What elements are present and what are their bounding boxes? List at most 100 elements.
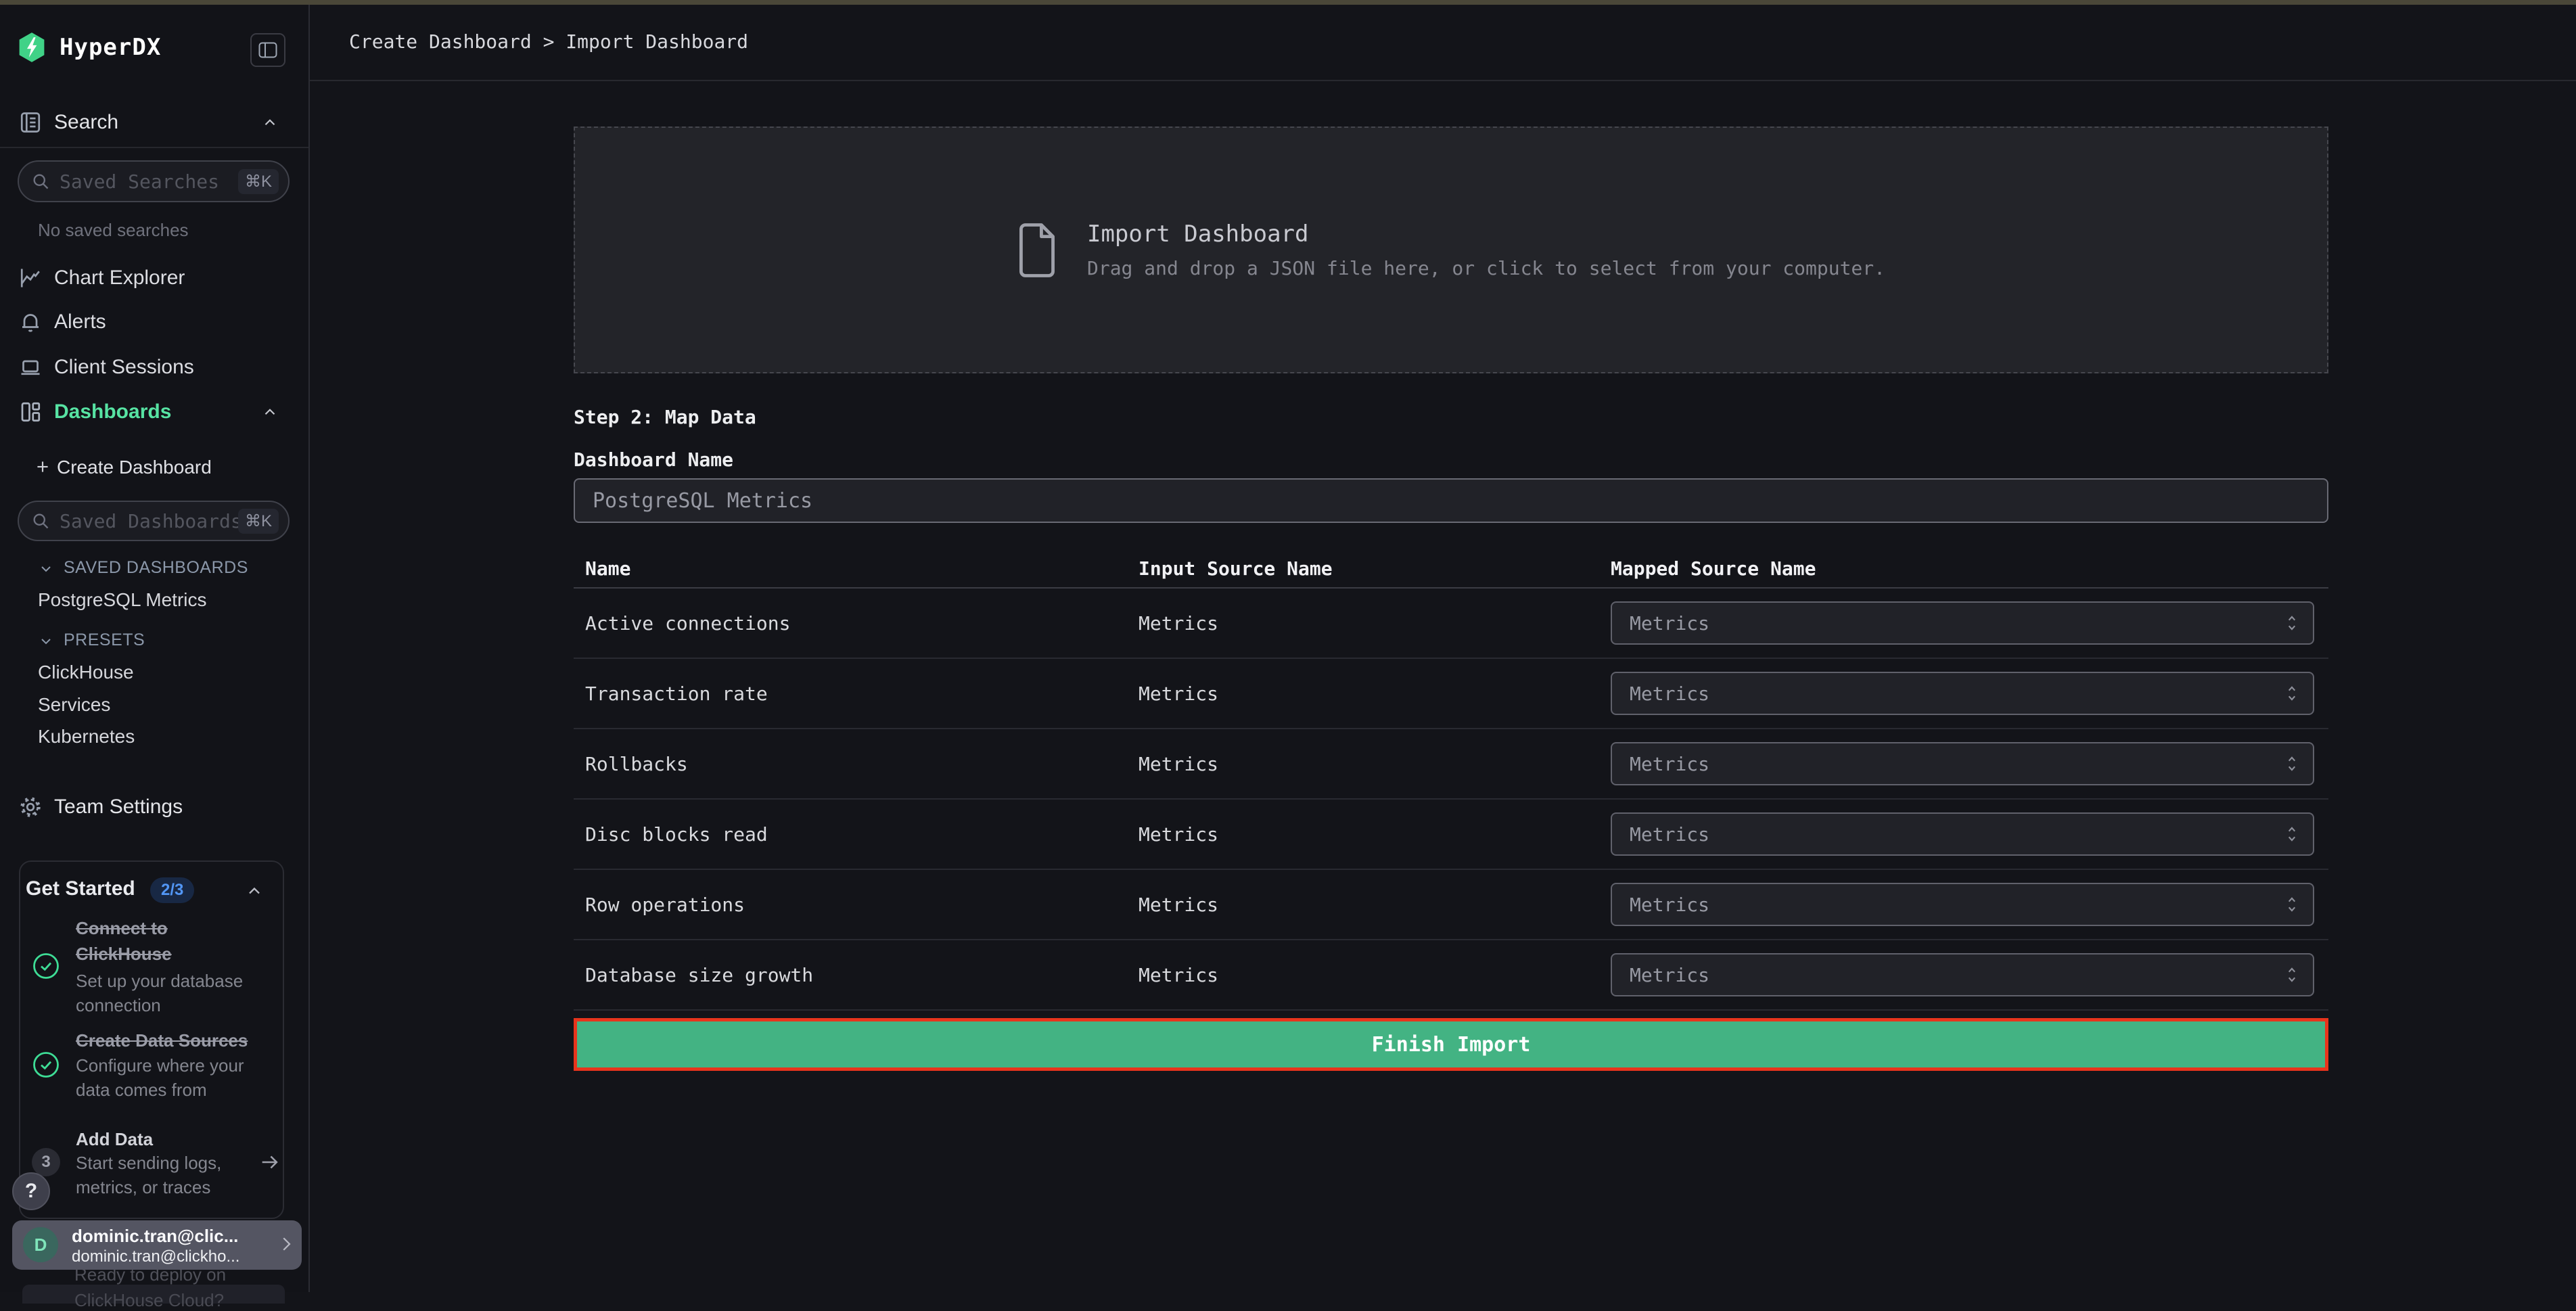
get-started-item-title[interactable]: Create Data Sources [76, 1028, 265, 1053]
sidebar-item-label: Chart Explorer [54, 267, 185, 290]
sidebar-collapse-button[interactable] [250, 33, 285, 67]
cell-name: Row operations [585, 894, 1138, 916]
chevron-up-icon[interactable] [245, 881, 264, 900]
cell-input-source: Metrics [1138, 964, 1611, 986]
app-logo[interactable]: HyperDX [18, 32, 161, 63]
preset-item-clickhouse[interactable]: ClickHouse [38, 662, 134, 683]
dashboard-name-label: Dashboard Name [574, 448, 733, 471]
mapped-source-select[interactable]: Metrics [1611, 883, 2314, 926]
get-started-item-title[interactable]: Connect to ClickHouse [76, 915, 265, 967]
profile-bar[interactable]: D dominic.tran@clic... dominic.tran@clic… [12, 1220, 302, 1270]
group-label: SAVED DASHBOARDS [64, 558, 248, 578]
arrow-right-icon[interactable] [258, 1151, 281, 1174]
cell-name: Rollbacks [585, 753, 1138, 775]
col-header-input-source: Input Source Name [1138, 557, 1611, 580]
sidebar-item-label: Client Sessions [54, 356, 194, 379]
mapped-source-select[interactable]: Metrics [1611, 601, 2314, 645]
finish-import-button[interactable]: Finish Import [574, 1018, 2328, 1071]
search-icon [31, 172, 50, 191]
mapped-source-select[interactable]: Metrics [1611, 812, 2314, 856]
check-circle-icon [32, 952, 60, 980]
dropzone-title: Import Dashboard [1087, 221, 1885, 248]
sidebar-item-dashboards[interactable]: Dashboards [0, 398, 308, 429]
table-row: Active connections Metrics Metrics [574, 589, 2328, 659]
saved-searches-placeholder: Saved Searches [60, 170, 238, 193]
check-circle-icon [32, 1051, 60, 1079]
select-chevrons-icon [2283, 754, 2301, 774]
import-dropzone[interactable]: Import Dashboard Drag and drop a JSON fi… [574, 127, 2328, 373]
cell-input-source: Metrics [1138, 612, 1611, 635]
search-icon [31, 511, 50, 530]
mapped-source-select[interactable]: Metrics [1611, 742, 2314, 785]
create-dashboard-label: Create Dashboard [57, 457, 212, 478]
mapped-source-select[interactable]: Metrics [1611, 953, 2314, 996]
table-row: Rollbacks Metrics Metrics [574, 729, 2328, 800]
sidebar-item-team-settings[interactable]: Team Settings [0, 792, 308, 822]
chevron-up-icon [261, 114, 279, 131]
get-started-item-title[interactable]: Add Data [76, 1126, 265, 1152]
selected-value: Metrics [1630, 823, 2283, 846]
cell-input-source: Metrics [1138, 823, 1611, 846]
chevron-up-icon [261, 403, 279, 421]
log-search-icon [18, 110, 43, 135]
laptop-icon [18, 355, 43, 380]
group-saved-dashboards[interactable]: SAVED DASHBOARDS [0, 557, 308, 581]
team-settings-label: Team Settings [54, 796, 183, 819]
get-started-item-desc: Set up your database connection [76, 969, 253, 1017]
selected-value: Metrics [1630, 964, 2283, 986]
cell-input-source: Metrics [1138, 753, 1611, 775]
dropzone-subtitle: Drag and drop a JSON file here, or click… [1087, 257, 1885, 279]
preset-item-kubernetes[interactable]: Kubernetes [38, 726, 135, 748]
sidebar-item-chart-explorer[interactable]: Chart Explorer [0, 264, 308, 295]
sidebar-section-search[interactable]: Search [0, 108, 308, 137]
sidebar-item-label: Dashboards [54, 400, 171, 423]
preset-item-services[interactable]: Services [38, 694, 110, 716]
plus-icon [34, 458, 51, 476]
saved-dashboards-input[interactable]: Saved Dashboards ⌘K [18, 501, 290, 541]
step-number-badge: 3 [32, 1148, 60, 1176]
table-row: Transaction rate Metrics Metrics [574, 659, 2328, 729]
shortcut-badge: ⌘K [238, 509, 279, 534]
logo-text: HyperDX [60, 34, 161, 61]
table-row: Row operations Metrics Metrics [574, 870, 2328, 940]
window-top-strip [0, 0, 2576, 5]
cell-input-source: Metrics [1138, 683, 1611, 705]
table-row: Disc blocks read Metrics Metrics [574, 800, 2328, 870]
sidebar: HyperDX Search [0, 5, 310, 1292]
cell-input-source: Metrics [1138, 894, 1611, 916]
get-started-progress-badge: 2/3 [150, 877, 194, 903]
saved-searches-input[interactable]: Saved Searches ⌘K [18, 160, 290, 202]
help-button[interactable]: ? [12, 1172, 50, 1210]
col-header-mapped-source: Mapped Source Name [1611, 557, 2328, 580]
create-dashboard-button[interactable]: Create Dashboard [0, 455, 308, 482]
selected-value: Metrics [1630, 612, 2283, 635]
sidebar-item-client-sessions[interactable]: Client Sessions [0, 353, 308, 384]
select-chevrons-icon [2283, 965, 2301, 985]
mapped-source-select[interactable]: Metrics [1611, 672, 2314, 715]
dashboard-grid-icon [18, 400, 43, 424]
no-saved-searches-note: No saved searches [38, 220, 189, 241]
selected-value: Metrics [1630, 894, 2283, 916]
col-header-name: Name [585, 557, 1138, 580]
sidebar-item-label: Alerts [54, 310, 106, 334]
dashboard-name-input[interactable]: PostgreSQL Metrics [574, 478, 2328, 523]
selected-value: Metrics [1630, 753, 2283, 775]
profile-name: dominic.tran@clic... [72, 1226, 238, 1247]
group-presets[interactable]: PRESETS [0, 629, 308, 653]
ghost-text: ClickHouse Cloud? [74, 1290, 224, 1311]
saved-dashboards-placeholder: Saved Dashboards [60, 510, 238, 532]
profile-email: dominic.tran@clickho... [72, 1247, 239, 1266]
chart-line-icon [18, 266, 43, 290]
table-row: Database size growth Metrics Metrics [574, 940, 2328, 1011]
saved-dashboard-item[interactable]: PostgreSQL Metrics [38, 589, 206, 611]
select-chevrons-icon [2283, 613, 2301, 633]
cell-name: Transaction rate [585, 683, 1138, 705]
shortcut-badge: ⌘K [238, 169, 279, 194]
sidebar-item-alerts[interactable]: Alerts [0, 308, 308, 339]
sidebar-section-search-label: Search [54, 111, 118, 134]
select-chevrons-icon [2283, 894, 2301, 915]
chevron-down-icon [38, 633, 54, 649]
cell-name: Database size growth [585, 964, 1138, 986]
breadcrumb[interactable]: Create Dashboard > Import Dashboard [349, 30, 748, 53]
sidebar-divider [0, 147, 308, 148]
